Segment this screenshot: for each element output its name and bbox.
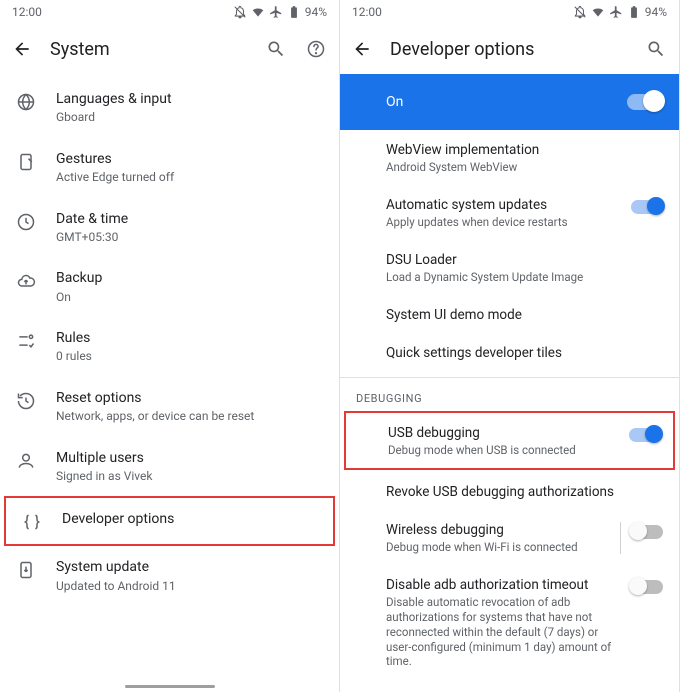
dev-row[interactable]: DSU Loader Load a Dynamic System Update I… xyxy=(340,240,679,295)
clock: 12:00 xyxy=(12,5,42,19)
help-button[interactable] xyxy=(305,38,327,60)
row-label: Automatic system updates xyxy=(386,197,623,213)
settings-row-clock[interactable]: Date & time GMT+05:30 xyxy=(0,198,339,258)
dev-row[interactable]: Revoke USB debugging authorizations xyxy=(340,472,679,510)
back-button[interactable] xyxy=(352,39,372,59)
battery-icon xyxy=(627,5,641,19)
settings-row-gesture[interactable]: Gestures Active Edge turned off xyxy=(0,138,339,198)
dev-options-list: WebView implementation Android System Web… xyxy=(340,130,679,371)
settings-row-update[interactable]: System update Updated to Android 11 xyxy=(0,546,339,606)
row-label: Wireless debugging xyxy=(386,522,606,538)
status-icons: 94% xyxy=(233,5,327,19)
toggle-switch[interactable] xyxy=(631,200,663,214)
row-label: Gestures xyxy=(56,150,323,168)
system-settings-screen: 12:00 94% System Languages & input Gboard… xyxy=(0,0,340,692)
row-label: System update xyxy=(56,558,323,576)
row-label: Multiple users xyxy=(56,449,323,467)
row-subtitle: Signed in as Vivek xyxy=(56,469,323,485)
clock: 12:00 xyxy=(352,5,382,19)
row-label: Revoke USB debugging authorizations xyxy=(386,484,655,500)
settings-row-globe[interactable]: Languages & input Gboard xyxy=(0,78,339,138)
users-icon xyxy=(16,449,56,471)
back-button[interactable] xyxy=(12,39,32,59)
status-bar: 12:00 94% xyxy=(0,0,339,24)
row-label: DSU Loader xyxy=(386,252,655,268)
dnd-icon xyxy=(573,5,587,19)
row-label: Rules xyxy=(56,329,323,347)
status-bar: 12:00 94% xyxy=(340,0,679,24)
wifi-icon xyxy=(591,5,605,19)
battery-percent: 94% xyxy=(645,5,667,19)
row-label: System UI demo mode xyxy=(386,307,655,323)
debugging-section-label: DEBUGGING xyxy=(340,377,679,409)
gesture-icon xyxy=(16,150,56,172)
settings-row-users[interactable]: Multiple users Signed in as Vivek xyxy=(0,437,339,497)
reset-icon xyxy=(16,389,56,411)
dev-row[interactable]: System UI demo mode xyxy=(340,295,679,333)
airplane-icon xyxy=(269,5,283,19)
page-title: Developer options xyxy=(390,39,627,60)
row-label: Developer options xyxy=(62,510,317,528)
dev-row[interactable]: WebView implementation Android System Web… xyxy=(340,130,679,185)
row-label: WebView implementation xyxy=(386,142,655,158)
master-toggle-label: On xyxy=(386,94,627,110)
braces-icon xyxy=(22,510,62,532)
row-subtitle: GMT+05:30 xyxy=(56,230,323,246)
settings-row-rules[interactable]: Rules 0 rules xyxy=(0,317,339,377)
battery-icon xyxy=(287,5,301,19)
airplane-icon xyxy=(609,5,623,19)
battery-percent: 94% xyxy=(305,5,327,19)
debugging-list: USB debugging Debug mode when USB is conn… xyxy=(340,411,679,680)
row-subtitle: Android System WebView xyxy=(386,160,655,175)
rules-icon xyxy=(16,329,56,351)
header: Developer options xyxy=(340,24,679,74)
header: System xyxy=(0,24,339,74)
update-icon xyxy=(16,558,56,580)
row-subtitle: Debug mode when USB is connected xyxy=(388,443,621,458)
globe-icon xyxy=(16,90,56,112)
settings-row-reset[interactable]: Reset options Network, apps, or device ca… xyxy=(0,377,339,437)
developer-options-screen: 12:00 94% Developer options On WebView i… xyxy=(340,0,680,692)
page-title: System xyxy=(50,39,247,60)
toggle-switch[interactable] xyxy=(631,525,663,539)
row-subtitle: Network, apps, or device can be reset xyxy=(56,409,323,425)
settings-row-braces[interactable]: Developer options xyxy=(4,496,335,546)
master-toggle-switch[interactable] xyxy=(627,94,661,110)
row-label: Quick settings developer tiles xyxy=(386,345,655,361)
cloud-icon xyxy=(16,269,56,291)
toggle-switch[interactable] xyxy=(631,580,663,594)
row-subtitle: Disable automatic revocation of adb auth… xyxy=(386,595,623,670)
row-label: Backup xyxy=(56,269,323,287)
dev-row[interactable]: Automatic system updates Apply updates wh… xyxy=(340,185,679,240)
dev-row[interactable]: USB debugging Debug mode when USB is conn… xyxy=(344,411,675,470)
status-icons: 94% xyxy=(573,5,667,19)
row-subtitle: On xyxy=(56,290,323,306)
dev-row[interactable]: Wireless debugging Debug mode when Wi-Fi … xyxy=(340,510,679,565)
row-label: USB debugging xyxy=(388,425,621,441)
row-label: Languages & input xyxy=(56,90,323,108)
settings-list: Languages & input Gboard Gestures Active Ed… xyxy=(0,74,339,606)
dev-row[interactable]: Disable adb authorization timeout Disable… xyxy=(340,565,679,680)
row-subtitle: Updated to Android 11 xyxy=(56,579,323,595)
toggle-switch[interactable] xyxy=(629,428,661,442)
row-label: Disable adb authorization timeout xyxy=(386,577,623,593)
row-subtitle: Active Edge turned off xyxy=(56,170,323,186)
row-label: Date & time xyxy=(56,210,323,228)
wifi-icon xyxy=(251,5,265,19)
search-button[interactable] xyxy=(645,38,667,60)
nav-bar-indicator xyxy=(125,685,215,688)
row-subtitle: Load a Dynamic System Update Image xyxy=(386,270,655,285)
search-button[interactable] xyxy=(265,38,287,60)
clock-icon xyxy=(16,210,56,232)
row-label: Reset options xyxy=(56,389,323,407)
dev-row[interactable]: Quick settings developer tiles xyxy=(340,333,679,371)
row-subtitle: 0 rules xyxy=(56,349,323,365)
row-subtitle: Apply updates when device restarts xyxy=(386,215,623,230)
separator xyxy=(620,522,621,554)
settings-row-cloud[interactable]: Backup On xyxy=(0,257,339,317)
row-subtitle: Debug mode when Wi-Fi is connected xyxy=(386,540,606,555)
row-subtitle: Gboard xyxy=(56,110,323,126)
dnd-icon xyxy=(233,5,247,19)
master-toggle-row[interactable]: On xyxy=(340,74,679,130)
